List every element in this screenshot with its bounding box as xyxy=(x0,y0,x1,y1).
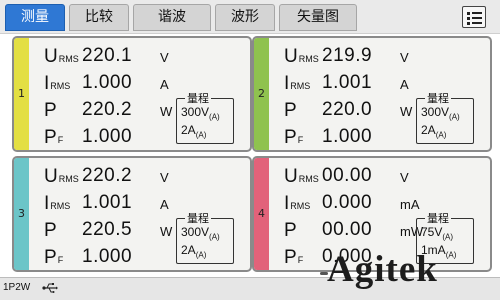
voltage-row: URMS 220.1 V xyxy=(42,44,247,71)
channel-number: 2 xyxy=(258,87,265,100)
current-unit: A xyxy=(160,77,169,92)
voltage-range: 75V(A) xyxy=(421,225,454,242)
power-symbol: P xyxy=(44,100,57,121)
tab-harmonics[interactable]: 谐波 xyxy=(133,4,211,31)
voltage-row: URMS 219.9 V xyxy=(282,44,487,71)
current-row: IRMS 1.001 A xyxy=(42,191,247,218)
power-factor-symbol: PF xyxy=(284,247,304,268)
current-range: 2A(A) xyxy=(181,243,207,260)
power-value: 220.5 xyxy=(82,219,133,240)
power-value: 220.2 xyxy=(82,99,133,120)
channel-stripe: 2 xyxy=(254,38,269,150)
voltage-range: 300V(A) xyxy=(181,225,220,242)
voltage-row: URMS 00.00 V xyxy=(282,164,487,191)
wiring-mode: 1P2W xyxy=(3,282,31,293)
range-box: 量程 300V(A) 2A(A) xyxy=(176,90,234,144)
channel-number: 1 xyxy=(18,87,25,100)
voltage-unit: V xyxy=(400,170,409,185)
power-factor-value: 1.000 xyxy=(322,126,373,147)
current-value: 0.000 xyxy=(322,192,373,213)
tab-compare[interactable]: 比较 xyxy=(69,4,129,31)
tab-bar: 测量 比较 谐波 波形 矢量图 xyxy=(0,0,500,34)
power-factor-symbol: PF xyxy=(284,127,304,148)
current-value: 1.001 xyxy=(322,72,373,93)
current-symbol: IRMS xyxy=(284,73,311,94)
tab-measure[interactable]: 测量 xyxy=(5,4,65,31)
watermark-logo: Agitek xyxy=(327,249,438,290)
current-unit: mA xyxy=(400,197,420,212)
power-value: 00.00 xyxy=(322,219,373,240)
power-symbol: P xyxy=(284,220,297,241)
usb-icon xyxy=(42,283,58,293)
tab-waveform[interactable]: 波形 xyxy=(215,4,275,31)
power-unit: W xyxy=(160,104,173,119)
power-factor-value: 1.000 xyxy=(82,126,133,147)
power-symbol: P xyxy=(44,220,57,241)
channel-panel-3[interactable]: 3 URMS 220.2 V IRMS 1.001 A P 220.5 W PF 1.000 量程 300… xyxy=(12,156,252,272)
range-title: 量程 xyxy=(185,210,211,226)
current-row: IRMS 1.001 A xyxy=(282,71,487,98)
channel-number: 4 xyxy=(258,207,265,220)
voltage-value: 220.1 xyxy=(82,45,133,66)
range-title: 量程 xyxy=(425,90,451,106)
voltage-symbol: URMS xyxy=(44,46,79,67)
power-factor-symbol: PF xyxy=(44,247,64,268)
power-symbol: P xyxy=(284,100,297,121)
voltage-symbol: URMS xyxy=(284,46,319,67)
current-symbol: IRMS xyxy=(44,193,71,214)
current-unit: A xyxy=(400,77,409,92)
power-unit: W xyxy=(400,104,413,119)
channel-panel-2[interactable]: 2 URMS 219.9 V IRMS 1.001 A P 220.0 W PF 1.000 量程 300… xyxy=(252,36,492,152)
current-unit: A xyxy=(160,197,169,212)
voltage-symbol: URMS xyxy=(44,166,79,187)
voltage-unit: V xyxy=(400,50,409,65)
range-title: 量程 xyxy=(425,210,451,226)
range-box: 量程 300V(A) 2A(A) xyxy=(416,90,474,144)
voltage-unit: V xyxy=(160,170,169,185)
current-range: 2A(A) xyxy=(181,123,207,140)
channel-stripe: 3 xyxy=(14,158,29,270)
channel-number: 3 xyxy=(18,207,25,220)
list-menu-icon[interactable] xyxy=(462,6,486,28)
voltage-range: 300V(A) xyxy=(181,105,220,122)
voltage-row: URMS 220.2 V xyxy=(42,164,247,191)
voltage-symbol: URMS xyxy=(284,166,319,187)
voltage-range: 300V(A) xyxy=(421,105,460,122)
range-title: 量程 xyxy=(185,90,211,106)
voltage-value: 219.9 xyxy=(322,45,373,66)
channel-panel-1[interactable]: 1 URMS 220.1 V IRMS 1.000 A P 220.2 W PF 1.000 量程 300… xyxy=(12,36,252,152)
current-row: IRMS 1.000 A xyxy=(42,71,247,98)
channel-stripe: 1 xyxy=(14,38,29,150)
voltage-value: 220.2 xyxy=(82,165,133,186)
voltage-value: 00.00 xyxy=(322,165,373,186)
current-row: IRMS 0.000 mA xyxy=(282,191,487,218)
current-symbol: IRMS xyxy=(284,193,311,214)
current-range: 2A(A) xyxy=(421,123,447,140)
voltage-unit: V xyxy=(160,50,169,65)
power-factor-value: 1.000 xyxy=(82,246,133,267)
power-unit: W xyxy=(160,224,173,239)
tab-vector[interactable]: 矢量图 xyxy=(279,4,357,31)
power-factor-symbol: PF xyxy=(44,127,64,148)
current-value: 1.001 xyxy=(82,192,133,213)
channel-stripe: 4 xyxy=(254,158,269,270)
range-box: 量程 300V(A) 2A(A) xyxy=(176,210,234,264)
current-symbol: IRMS xyxy=(44,73,71,94)
power-value: 220.0 xyxy=(322,99,373,120)
current-value: 1.000 xyxy=(82,72,133,93)
